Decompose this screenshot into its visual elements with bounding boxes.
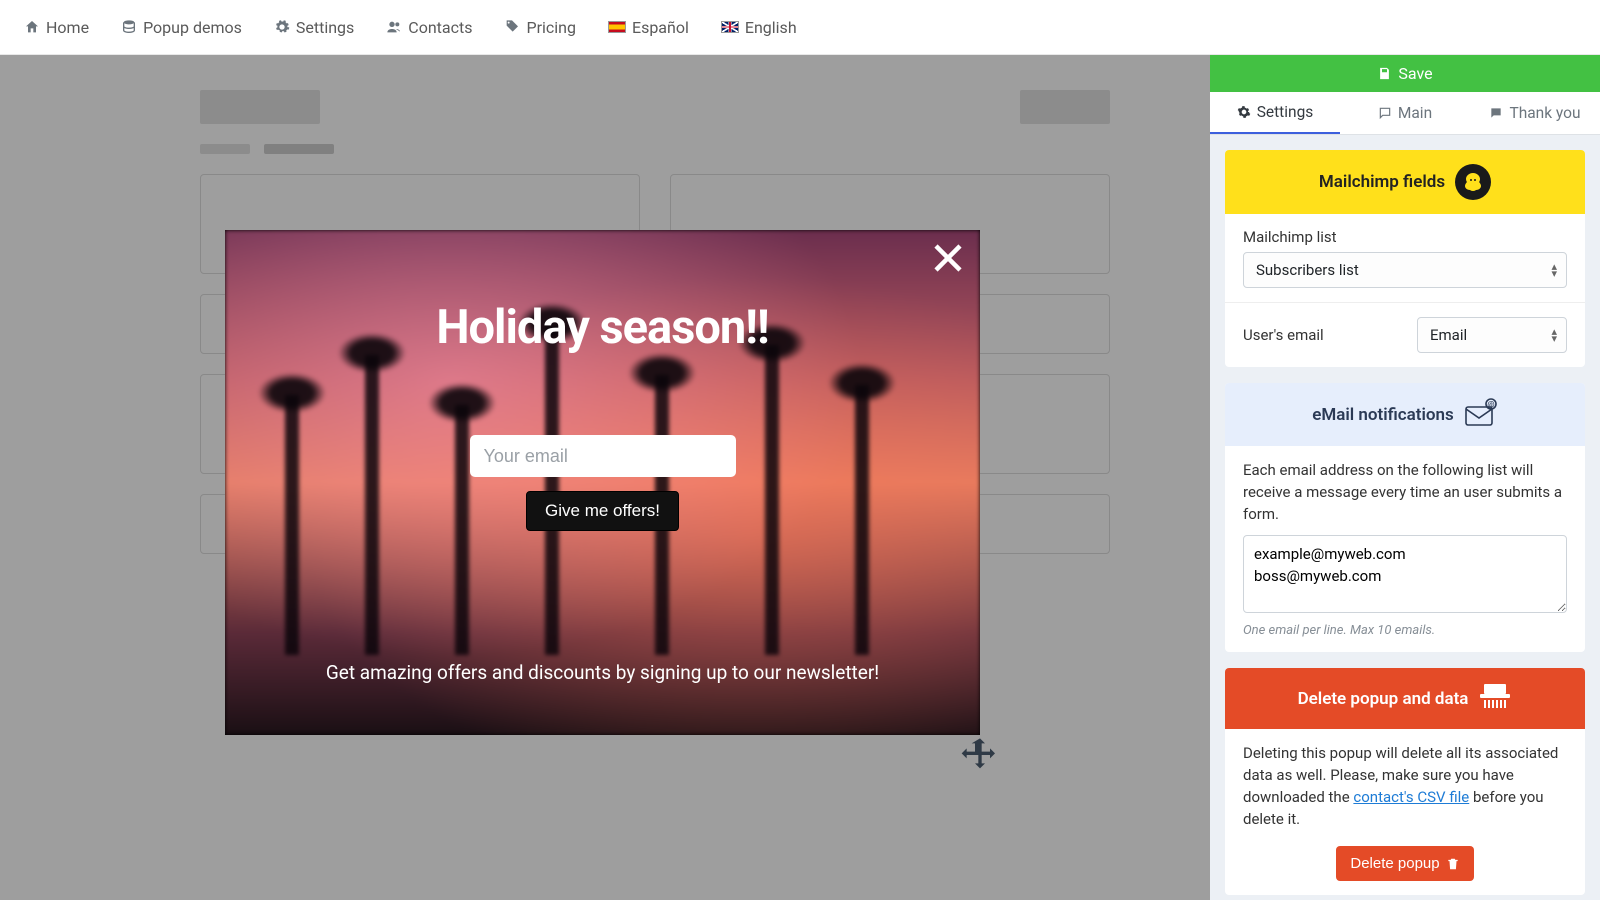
tab-main[interactable]: Main [1340,92,1470,134]
notif-description: Each email address on the following list… [1243,460,1567,525]
panel-email-notifications: eMail notifications @ Each email address… [1225,383,1585,652]
sidebar-tabs: Settings Main Thank you [1210,92,1600,135]
popup-description[interactable]: Get amazing offers and discounts by sign… [225,661,980,684]
home-icon [24,19,40,35]
csv-file-link[interactable]: contact's CSV file [1353,788,1469,806]
nav-espanol[interactable]: Español [592,0,705,54]
panel-header-delete: Delete popup and data [1225,668,1585,729]
comment-solid-icon [1489,106,1503,120]
gear-icon [274,19,290,35]
move-icon [960,735,1000,775]
panel-header-email-notifications: eMail notifications @ [1225,383,1585,446]
delete-description: Deleting this popup will delete all its … [1243,743,1567,830]
settings-sidebar: Save Settings Main Thank you Mailchimp f… [1210,55,1600,900]
select-mailchimp-list[interactable]: Subscribers list [1243,252,1567,288]
popup-close-button[interactable] [930,240,966,276]
popup-cta-button[interactable]: Give me offers! [526,491,679,531]
flag-uk-icon [721,21,739,33]
nav-settings[interactable]: Settings [258,0,370,54]
select-caret-icon: ▴▾ [1551,263,1557,277]
mail-notification-icon: @ [1464,397,1498,432]
nav-english[interactable]: English [705,0,813,54]
popup-title[interactable]: Holiday season!! [225,300,980,355]
nav-pricing[interactable]: Pricing [488,0,592,54]
gear-icon [1237,105,1251,119]
notif-emails-textarea[interactable] [1243,535,1567,613]
panel-header-mailchimp: Mailchimp fields [1225,150,1585,214]
move-handle[interactable] [960,735,1000,775]
save-icon [1377,66,1392,81]
panel-delete-popup: Delete popup and data Deleting this popu… [1225,668,1585,895]
notif-hint: One email per line. Max 10 emails. [1243,623,1567,638]
editor-canvas: Holiday season!! Give me offers! Get ama… [0,55,1210,900]
label-mailchimp-list: Mailchimp list [1243,228,1567,246]
nav-popup-demos[interactable]: Popup demos [105,0,258,54]
select-users-email[interactable]: Email [1417,317,1567,353]
delete-popup-button[interactable]: Delete popup [1336,846,1473,881]
tab-settings[interactable]: Settings [1210,92,1340,134]
database-icon [121,19,137,35]
trash-icon [1446,857,1460,871]
close-icon [930,240,966,276]
flag-spain-icon [608,21,626,33]
popup-email-input[interactable] [470,435,736,477]
users-icon [386,19,402,35]
mailchimp-icon [1455,164,1491,200]
top-nav: Home Popup demos Settings Contacts Prici… [0,0,1600,55]
popup-preview[interactable]: Holiday season!! Give me offers! Get ama… [225,230,980,735]
tag-icon [504,19,520,35]
panel-mailchimp: Mailchimp fields Mailchimp list Subscrib… [1225,150,1585,367]
shredder-icon [1478,682,1512,715]
nav-contacts[interactable]: Contacts [370,0,488,54]
label-users-email: User's email [1243,326,1324,344]
select-caret-icon: ▴▾ [1551,328,1557,342]
tab-thankyou[interactable]: Thank you [1470,92,1600,134]
nav-home[interactable]: Home [8,0,105,54]
svg-text:@: @ [1487,400,1494,409]
save-button[interactable]: Save [1210,55,1600,92]
comment-icon [1378,106,1392,120]
